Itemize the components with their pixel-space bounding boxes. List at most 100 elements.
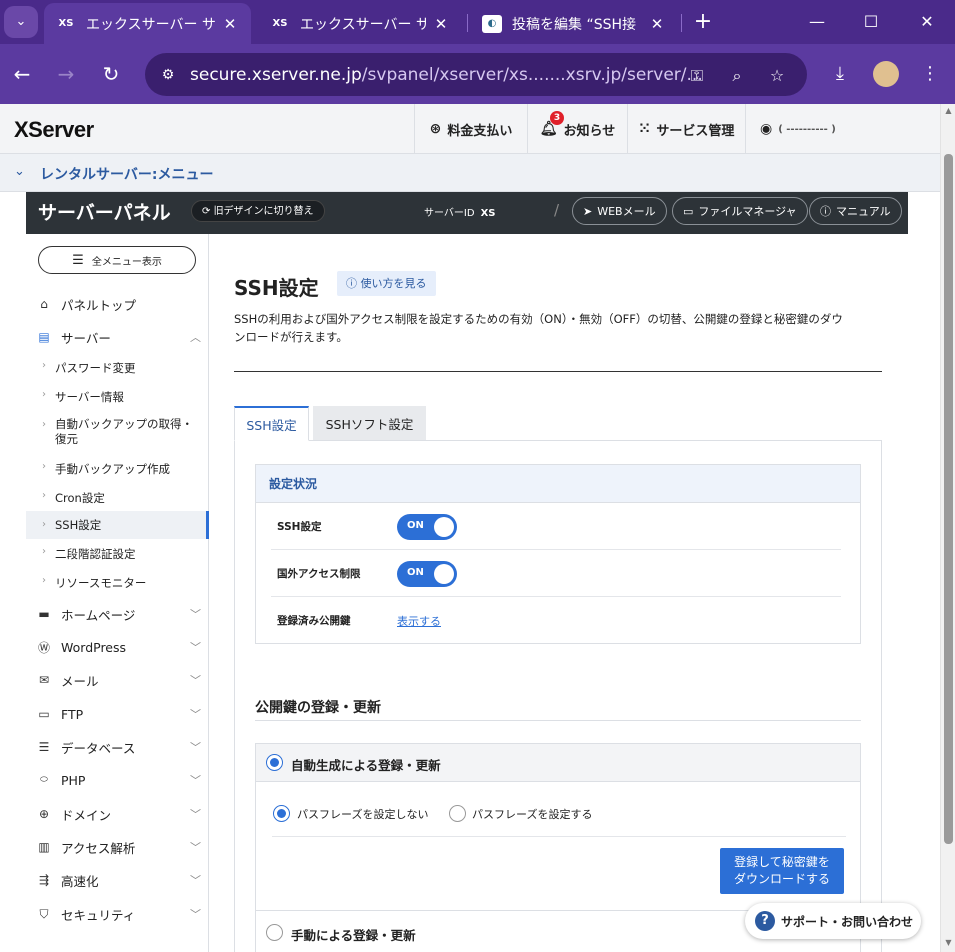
auto-option-row[interactable]: 自動生成による登録・更新 bbox=[256, 744, 860, 782]
sidebar-item-speedup[interactable]: ⇶ 高速化 ﹀ bbox=[26, 869, 209, 891]
how-to-button[interactable]: ⓘ 使い方を見る bbox=[337, 271, 436, 296]
url-text[interactable]: secure.xserver.ne.jp/svpanel/xserver/xs.… bbox=[190, 65, 710, 85]
address-bar[interactable]: ⚙ secure.xserver.ne.jp/svpanel/xserver/x… bbox=[145, 53, 807, 96]
sidebar-sub-password[interactable]: › パスワード変更 bbox=[26, 360, 209, 376]
sidebar-item-server[interactable]: ▤ サーバー ︿ bbox=[26, 326, 209, 348]
xserver-logo[interactable]: XServer bbox=[14, 117, 94, 143]
sidebar-sub-auto-backup[interactable]: › 自動バックアップの取得・ 復元 bbox=[26, 417, 209, 447]
sidebar-item-php[interactable]: ⬭ PHP ﹀ bbox=[26, 769, 209, 791]
maximize-icon[interactable]: ☐ bbox=[856, 9, 886, 35]
scroll-up-arrow-icon[interactable]: ▲ bbox=[943, 106, 954, 116]
tab-ssh-settings[interactable]: SSH設定 bbox=[234, 406, 309, 441]
server-icon: ▤ bbox=[38, 330, 50, 344]
shield-icon: ⛉ bbox=[39, 906, 49, 921]
notice-count-badge: 3 bbox=[550, 111, 564, 125]
service-management-button[interactable]: ⁙ サービス管理 bbox=[627, 104, 745, 154]
divider bbox=[272, 836, 846, 837]
ssh-setting-label: SSH設定 bbox=[277, 521, 322, 533]
sidebar-item-ftp[interactable]: ▭ FTP ﹀ bbox=[26, 703, 209, 725]
browser-tab-3[interactable]: ◐ 投稿を編集 “SSH接 ✕ bbox=[470, 3, 678, 44]
sidebar-item-wordpress[interactable]: Ⓦ WordPress ﹀ bbox=[26, 636, 209, 658]
hamburger-icon: ☰ bbox=[72, 252, 84, 268]
manual-option-label: 手動による登録・更新 bbox=[291, 928, 416, 943]
sidebar-sub-2fa[interactable]: › 二段階認証設定 bbox=[26, 546, 209, 562]
sidebar-sub-cron[interactable]: › Cron設定 bbox=[26, 490, 209, 506]
help-circle-icon: ⓘ bbox=[820, 205, 831, 218]
download-icon[interactable]: ⤓ bbox=[826, 60, 854, 88]
site-info-icon[interactable]: ⚙ bbox=[157, 64, 179, 86]
new-tab-plus-icon[interactable]: + bbox=[690, 9, 716, 35]
sidebar-item-panel-top[interactable]: ⌂ パネルトップ bbox=[26, 293, 209, 315]
forward-arrow-icon[interactable]: → bbox=[52, 60, 80, 88]
reload-icon[interactable]: ↻ bbox=[97, 60, 125, 88]
browser-tab-bar: ⌄ XS エックスサーバー サーバ ✕ XS エックスサーバー サーバ ✕ ◐ … bbox=[0, 0, 955, 44]
tab-ssh-software[interactable]: SSHソフト設定 bbox=[313, 406, 426, 441]
manual-radio[interactable] bbox=[266, 924, 283, 941]
site-header: XServer ⊛ 料金支払い 🔔︎ お知らせ 3 ⁙ サービス管理 ◉ ( -… bbox=[0, 104, 940, 154]
auto-radio[interactable] bbox=[266, 754, 283, 771]
menu-breadcrumb[interactable]: ⌄ レンタルサーバー:メニュー bbox=[0, 154, 940, 192]
no-passphrase-radio[interactable] bbox=[273, 805, 290, 822]
account-button[interactable]: ◉ ( ---------- ) bbox=[745, 104, 940, 154]
tab-search-chevron-icon[interactable]: ⌄ bbox=[4, 6, 38, 38]
wordpress-icon: Ⓦ bbox=[37, 640, 50, 655]
database-icon: ☰ bbox=[38, 740, 50, 754]
sidebar-item-homepage[interactable]: ▬ ホームページ ﹀ bbox=[26, 603, 209, 625]
register-download-button[interactable]: 登録して秘密鍵を ダウンロードする bbox=[720, 848, 844, 894]
auto-option-label: 自動生成による登録・更新 bbox=[291, 758, 441, 773]
sidebar-item-analytics[interactable]: ▥ アクセス解析 ﹀ bbox=[26, 836, 209, 858]
sidebar-sub-server-info[interactable]: › サーバー情報 bbox=[26, 389, 209, 405]
scroll-down-arrow-icon[interactable]: ▼ bbox=[943, 938, 954, 948]
close-tab-icon[interactable]: ✕ bbox=[648, 15, 666, 33]
register-heading: 公開鍵の登録・更新 bbox=[255, 697, 861, 721]
page-scrollbar[interactable]: ▲ ▼ bbox=[940, 104, 955, 952]
send-icon: ➤ bbox=[583, 204, 593, 218]
payment-button[interactable]: ⊛ 料金支払い bbox=[414, 104, 527, 154]
browser-tab-1[interactable]: XS エックスサーバー サーバ ✕ bbox=[44, 3, 251, 44]
scroll-thumb[interactable] bbox=[944, 154, 953, 844]
all-menu-button[interactable]: ☰ 全メニュー表示 bbox=[38, 246, 196, 274]
status-heading: 設定状況 bbox=[256, 465, 860, 503]
sidebar-sub-ssh[interactable]: › SSH設定 bbox=[26, 511, 209, 539]
sidebar-sub-manual-backup[interactable]: › 手動バックアップ作成 bbox=[26, 461, 209, 477]
sidebar-item-database[interactable]: ☰ データベース ﹀ bbox=[26, 736, 209, 758]
close-window-icon[interactable]: ✕ bbox=[912, 9, 942, 35]
sidebar-item-mail[interactable]: ✉ メール ﹀ bbox=[26, 669, 209, 691]
old-design-button[interactable]: ⟳ 旧デザインに切り替え bbox=[191, 200, 325, 222]
foreign-access-toggle[interactable]: ON bbox=[397, 561, 457, 587]
tab-divider bbox=[467, 14, 468, 32]
folder-icon: ▭ bbox=[683, 204, 694, 218]
profile-avatar[interactable] bbox=[873, 61, 899, 87]
zoom-icon[interactable]: ⌕ bbox=[725, 64, 749, 88]
payment-label: 料金支払い bbox=[447, 123, 513, 139]
tab-title: エックスサーバー サーバ bbox=[86, 16, 215, 33]
close-tab-icon[interactable]: ✕ bbox=[432, 15, 450, 33]
foreign-access-row: 国外アクセス制限 ON bbox=[271, 550, 841, 597]
browser-tab-2[interactable]: XS エックスサーバー サーバ ✕ bbox=[258, 3, 462, 44]
back-arrow-icon[interactable]: ← bbox=[8, 60, 36, 88]
status-box: 設定状況 SSH設定 ON 国外アクセス制限 ON 登録済み公開鍵 表示する bbox=[255, 464, 861, 644]
close-tab-icon[interactable]: ✕ bbox=[221, 15, 239, 33]
file-manager-button[interactable]: ▭ ファイルマネージャ bbox=[672, 197, 808, 225]
bookmark-star-icon[interactable]: ☆ bbox=[765, 64, 789, 88]
manual-button[interactable]: ⓘ マニュアル bbox=[809, 197, 902, 225]
minimize-icon[interactable]: — bbox=[802, 9, 832, 35]
notice-button[interactable]: 🔔︎ お知らせ 3 bbox=[527, 104, 627, 154]
sidebar-item-domain[interactable]: ⊕ ドメイン ﹀ bbox=[26, 803, 209, 825]
passphrase-radio[interactable] bbox=[449, 805, 466, 822]
chevron-down-icon: ﹀ bbox=[190, 808, 201, 821]
notice-label: お知らせ bbox=[563, 123, 616, 139]
registered-key-label: 登録済み公開鍵 bbox=[277, 615, 351, 627]
sidebar-item-security[interactable]: ⛉ セキュリティ ﹀ bbox=[26, 903, 209, 925]
sidebar-sub-resource-monitor[interactable]: › リソースモニター bbox=[26, 575, 209, 591]
chevron-down-icon: ﹀ bbox=[190, 741, 201, 754]
show-key-link[interactable]: 表示する bbox=[397, 613, 441, 629]
password-key-icon[interactable]: ⚿ bbox=[685, 64, 709, 88]
tab-divider bbox=[681, 14, 682, 32]
browser-toolbar: ← → ↻ ⚙ secure.xserver.ne.jp/svpanel/xse… bbox=[0, 44, 955, 104]
webmail-button[interactable]: ➤ WEBメール bbox=[572, 197, 667, 225]
tab-title: エックスサーバー サーバ bbox=[300, 16, 426, 33]
kebab-menu-icon[interactable]: ⋮ bbox=[916, 60, 944, 88]
support-button[interactable]: ? サポート・お問い合わせ bbox=[745, 903, 921, 939]
ssh-toggle[interactable]: ON bbox=[397, 514, 457, 540]
